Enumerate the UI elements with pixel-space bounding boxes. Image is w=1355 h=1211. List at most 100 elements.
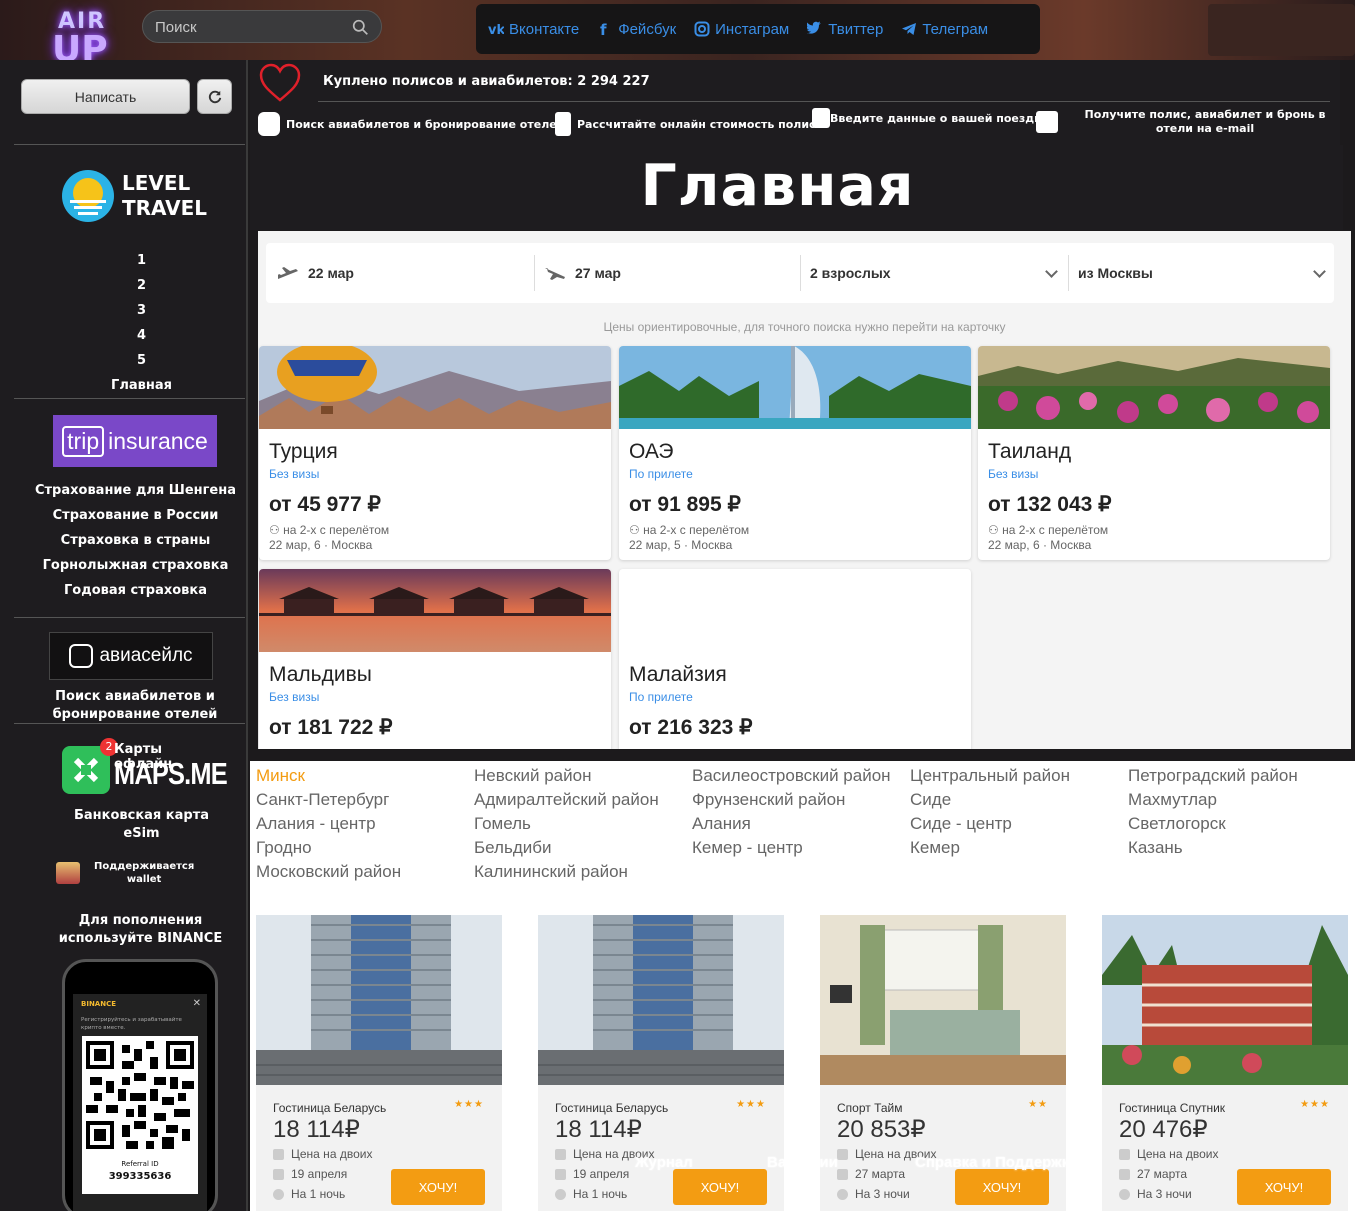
insurance-link-annual[interactable]: Годовая страховка <box>0 578 271 603</box>
hotel-stars: ★★★ <box>454 1099 484 1110</box>
social-facebook-label: Фейсбук <box>618 20 677 38</box>
date-to-field[interactable]: 27 мар <box>543 243 621 303</box>
steps-row: Поиск авиабилетов и бронирование отелей … <box>258 104 1338 144</box>
write-button[interactable]: Написать <box>21 79 190 114</box>
district-link[interactable]: Алания - центр <box>256 812 401 836</box>
search-input[interactable] <box>155 17 345 37</box>
page-link-3[interactable]: 3 <box>0 298 283 323</box>
district-link[interactable]: Светлогорск <box>1128 812 1298 836</box>
district-link[interactable]: Невский район <box>474 764 659 788</box>
close-icon: ✕ <box>192 998 201 1009</box>
want-button[interactable]: ХОЧУ! <box>673 1169 767 1205</box>
social-links: vk Вконтакте f Фейсбук Инстаграм Твиттер… <box>476 4 1040 54</box>
aviasales-logo[interactable]: авиасейлс <box>49 632 213 680</box>
page-link-4[interactable]: 4 <box>0 323 283 348</box>
ghost-link-support[interactable]: Справка и Поддержка <box>915 1154 1078 1171</box>
district-link[interactable]: Казань <box>1128 836 1298 860</box>
district-link-active[interactable]: Минск <box>256 764 401 788</box>
ghost-link-journal[interactable]: Журнал <box>635 1154 693 1171</box>
district-link[interactable]: Адмиралтейский район <box>474 788 659 812</box>
page-link-2[interactable]: 2 <box>0 273 283 298</box>
district-link[interactable]: Кемер <box>910 836 1070 860</box>
district-link[interactable]: Гомель <box>474 812 659 836</box>
card-country: Мальдивы <box>269 663 372 686</box>
from-city-select[interactable]: из Москвы <box>1078 243 1334 303</box>
district-column: Невский район Адмиралтейский район Гомел… <box>474 764 659 884</box>
insurance-link-russia[interactable]: Страхование в России <box>0 503 271 528</box>
hotel-date: 19 апреля <box>273 1167 347 1181</box>
aviasales-step-icon <box>258 112 280 136</box>
tour-search-form: 22 мар 27 мар 2 взрослых из Москвы <box>266 243 1334 303</box>
trip-insurance-part1: trip <box>62 425 105 457</box>
tour-card[interactable]: Турция Без визы от 45 977 ₽ ⚇ на 2-х с п… <box>259 346 611 560</box>
hotel-date-text: 19 апреля <box>291 1167 348 1181</box>
district-link[interactable]: Бельдиби <box>474 836 659 860</box>
calendar-icon <box>1119 1168 1130 1180</box>
binance-phone[interactable]: BINANCE ✕ Регистрируйтесь и зарабатывайт… <box>62 959 218 1211</box>
maps-me-logo[interactable]: 2 Карты офлайн MAPS.ME <box>62 738 228 796</box>
district-link[interactable]: Кемер - центр <box>692 836 891 860</box>
district-link[interactable]: Фрунзенский район <box>692 788 891 812</box>
tour-card[interactable]: ОАЭ По прилете от 91 895 ₽ ⚇ на 2-х с пе… <box>619 346 971 560</box>
insurance-link-countries[interactable]: Страховка в страны <box>0 528 271 553</box>
page-link-5[interactable]: 5 <box>0 348 283 373</box>
tour-card[interactable]: Мальдивы Без визы от 181 722 ₽ <box>259 569 611 749</box>
twitter-icon <box>807 21 822 34</box>
air-up-logo[interactable]: AIR UP <box>52 8 122 68</box>
district-link[interactable]: Сиде - центр <box>910 812 1070 836</box>
aviasales-text[interactable]: Поиск авиабилетов и бронирование отелей <box>0 688 270 724</box>
wallet-icon <box>56 862 81 884</box>
page-link-home[interactable]: Главная <box>0 373 283 398</box>
from-city-value: из Москвы <box>1078 265 1153 281</box>
plane-departure-icon <box>278 267 298 279</box>
date-from-field[interactable]: 22 мар <box>276 243 354 303</box>
district-link[interactable]: Алания <box>692 812 891 836</box>
header-divider <box>318 101 1330 102</box>
district-link[interactable]: Василеостровский район <box>692 764 891 788</box>
social-instagram[interactable]: Инстаграм <box>694 21 789 38</box>
social-vk[interactable]: vk Вконтакте <box>488 21 579 38</box>
page-link-1[interactable]: 1 <box>0 248 283 273</box>
hotel-card[interactable]: Гостиница Спутник ★★★ 20 476₽ Цена на дв… <box>1102 915 1348 1211</box>
refresh-button[interactable] <box>197 79 232 114</box>
district-link[interactable]: Московский район <box>256 860 401 884</box>
step-email: Получите полис, авиабилет и бронь в отел… <box>1036 108 1338 136</box>
district-link[interactable]: Махмутлар <box>1128 788 1298 812</box>
district-link[interactable]: Калининский район <box>474 860 659 884</box>
social-facebook[interactable]: f Фейсбук <box>597 21 676 38</box>
district-link[interactable]: Сиде <box>910 788 1070 812</box>
title-bar: Главная <box>250 145 1343 230</box>
ghost-link-vacancies[interactable]: Вакансии <box>767 1154 838 1171</box>
insurance-links: Страхование для Шенгена Страхование в Ро… <box>0 478 271 603</box>
trip-insurance-logo[interactable]: trip insurance <box>53 415 217 467</box>
referral-box: Referral ID 399335636 <box>82 1154 198 1194</box>
social-twitter[interactable]: Твиттер <box>807 21 883 38</box>
people-icon <box>1119 1148 1130 1160</box>
tour-card[interactable]: Таиланд Без визы от 132 043 ₽ ⚇ на 2-х с… <box>978 346 1330 560</box>
want-button[interactable]: ХОЧУ! <box>391 1169 485 1205</box>
hotel-price: 20 853₽ <box>837 1116 926 1143</box>
hotel-guests-text: Цена на двоих <box>1137 1147 1219 1161</box>
district-link[interactable]: Санкт-Петербург <box>256 788 401 812</box>
level-travel-logo[interactable]: LEVEL TRAVEL <box>62 170 207 222</box>
social-instagram-label: Инстаграм <box>715 20 790 38</box>
guests-select[interactable]: 2 взрослых <box>810 243 1066 303</box>
step-email-label: Получите полис, авиабилет и бронь в отел… <box>1084 108 1326 135</box>
district-link[interactable]: Центральный район <box>910 764 1070 788</box>
insurance-link-schengen[interactable]: Страхование для Шенгена <box>0 478 271 503</box>
people-icon: ⚇ <box>988 523 1003 537</box>
hotel-card[interactable]: Гостиница Беларусь ★★★ 18 114₽ Цена на д… <box>256 915 502 1211</box>
insurance-link-ski[interactable]: Горнолыжная страховка <box>0 553 271 578</box>
bank-card-text[interactable]: Банковская карта eSim <box>0 807 283 843</box>
district-link[interactable]: Гродно <box>256 836 401 860</box>
sidebar-divider <box>14 398 245 399</box>
tour-card[interactable]: Малайзия По прилете от 216 323 ₽ <box>619 569 971 749</box>
guests-value: 2 взрослых <box>810 265 891 281</box>
people-icon: ⚇ <box>269 523 284 537</box>
search-icon[interactable] <box>352 19 369 36</box>
want-button[interactable]: ХОЧУ! <box>955 1169 1049 1205</box>
district-link[interactable]: Петроградский район <box>1128 764 1298 788</box>
social-telegram[interactable]: Телеграм <box>901 21 988 38</box>
card-price: от 181 722 ₽ <box>269 716 393 739</box>
want-button[interactable]: ХОЧУ! <box>1237 1169 1331 1205</box>
